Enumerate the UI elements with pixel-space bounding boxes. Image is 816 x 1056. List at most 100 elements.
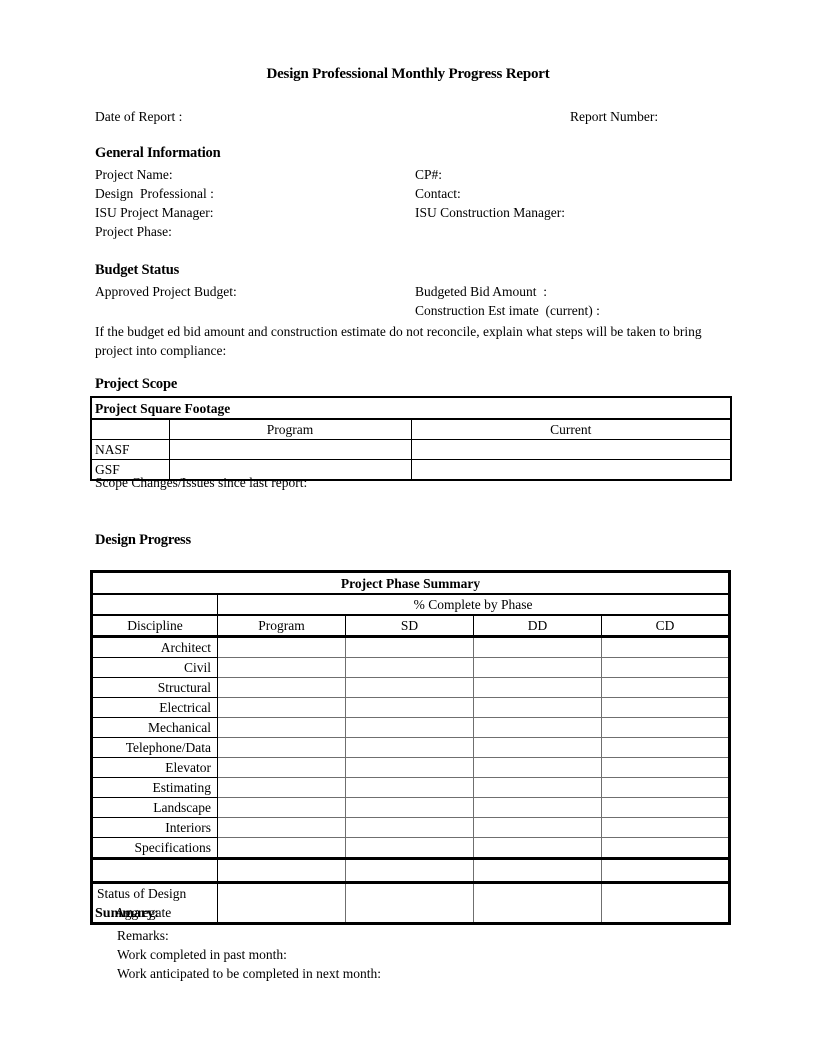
phase-cell-telephone-data-sd[interactable] <box>345 737 474 758</box>
discipline-label-specifications: Specifications <box>91 837 218 860</box>
phase-cell-elevator-sd[interactable] <box>345 757 474 778</box>
budget-reconcile-note: If the budget ed bid amount and construc… <box>95 324 702 358</box>
table-row-group-header: % Complete by Phase <box>91 593 731 616</box>
field-project-name: Project Name: <box>95 167 173 182</box>
table-row: Civil <box>91 657 731 678</box>
phase-cell-estimating-program[interactable] <box>217 777 346 798</box>
discipline-label-elevator: Elevator <box>91 757 218 778</box>
phase-cell-architect-program[interactable] <box>217 636 346 658</box>
phase-cell-structural-program[interactable] <box>217 677 346 698</box>
table-row: Interiors <box>91 817 731 838</box>
scope-cell-nasf-current[interactable] <box>410 439 732 460</box>
table-row-status-of-design: Status of Design Aggregate <box>91 882 731 924</box>
document-page: Design Professional Monthly Progress Rep… <box>0 0 816 1056</box>
phase-cell-architect-sd[interactable] <box>345 636 474 658</box>
section-heading-project-scope: Project Scope <box>95 376 178 392</box>
phase-spacer-label <box>91 858 218 884</box>
phase-col-discipline: Discipline <box>91 614 218 638</box>
report-number-label: Report Number: <box>570 109 659 124</box>
table-row: Electrical <box>91 697 731 718</box>
phase-cell-structural-cd[interactable] <box>600 677 731 698</box>
phase-cell-architect-dd[interactable] <box>473 636 602 658</box>
phase-cell-estimating-dd[interactable] <box>473 777 602 798</box>
phase-cell-civil-sd[interactable] <box>345 657 474 678</box>
phase-cell-structural-sd[interactable] <box>345 677 474 698</box>
scope-col-blank <box>90 418 170 440</box>
phase-cell-estimating-sd[interactable] <box>345 777 474 798</box>
phase-spacer-dd[interactable] <box>473 858 602 884</box>
field-cp-number: CP#: <box>415 167 443 182</box>
scope-cell-nasf-program[interactable] <box>168 439 412 460</box>
phase-cell-electrical-dd[interactable] <box>473 697 602 718</box>
table-row-caption: Project Square Footage <box>90 396 732 420</box>
summary-heading: Summary: <box>95 906 159 921</box>
phase-cell-specifications-cd[interactable] <box>600 837 731 860</box>
phase-cell-mechanical-cd[interactable] <box>600 717 731 738</box>
summary-line-work-anticipated: Work anticipated to be completed in next… <box>117 966 381 981</box>
field-approved-project-budget: Approved Project Budget: <box>95 284 237 299</box>
phase-cell-structural-dd[interactable] <box>473 677 602 698</box>
phase-group-header: % Complete by Phase <box>216 593 731 616</box>
phase-cell-status-cd[interactable] <box>600 882 731 924</box>
phase-cell-telephone-data-program[interactable] <box>217 737 346 758</box>
phase-cell-status-sd[interactable] <box>345 882 474 924</box>
phase-col-dd: DD <box>473 614 602 638</box>
phase-cell-civil-dd[interactable] <box>473 657 602 678</box>
phase-cell-elevator-dd[interactable] <box>473 757 602 778</box>
phase-cell-elevator-program[interactable] <box>217 757 346 778</box>
phase-cell-interiors-program[interactable] <box>217 817 346 838</box>
phase-cell-electrical-sd[interactable] <box>345 697 474 718</box>
phase-cell-mechanical-sd[interactable] <box>345 717 474 738</box>
discipline-label-telephone-data: Telephone/Data <box>91 737 218 758</box>
phase-spacer-cd[interactable] <box>600 858 731 884</box>
phase-cell-interiors-sd[interactable] <box>345 817 474 838</box>
phase-col-program: Program <box>217 614 346 638</box>
table-row-header: Program Current <box>90 418 732 440</box>
phase-spacer-program[interactable] <box>217 858 346 884</box>
phase-group-blank <box>91 593 218 616</box>
date-of-report-label: Date of Report : <box>95 109 183 124</box>
table-row: NASF <box>90 439 732 460</box>
phase-col-cd: CD <box>600 614 731 638</box>
scope-table-caption: Project Square Footage <box>90 396 732 420</box>
phase-cell-landscape-sd[interactable] <box>345 797 474 818</box>
phase-cell-specifications-program[interactable] <box>217 837 346 860</box>
phase-cell-interiors-dd[interactable] <box>473 817 602 838</box>
phase-cell-estimating-cd[interactable] <box>600 777 731 798</box>
table-row: Specifications <box>91 837 731 860</box>
field-isu-project-manager: ISU Project Manager: <box>95 205 214 220</box>
phase-cell-electrical-program[interactable] <box>217 697 346 718</box>
phase-cell-mechanical-dd[interactable] <box>473 717 602 738</box>
page-title: Design Professional Monthly Progress Rep… <box>266 66 550 82</box>
scope-col-program: Program <box>168 418 412 440</box>
phase-cell-mechanical-program[interactable] <box>217 717 346 738</box>
phase-cell-landscape-cd[interactable] <box>600 797 731 818</box>
phase-cell-telephone-data-cd[interactable] <box>600 737 731 758</box>
phase-cell-landscape-program[interactable] <box>217 797 346 818</box>
phase-cell-interiors-cd[interactable] <box>600 817 731 838</box>
phase-cell-electrical-cd[interactable] <box>600 697 731 718</box>
table-row: Estimating <box>91 777 731 798</box>
section-heading-budget-status: Budget Status <box>95 262 180 278</box>
discipline-label-landscape: Landscape <box>91 797 218 818</box>
field-isu-construction-manager: ISU Construction Manager: <box>415 205 565 220</box>
scope-row-label-nasf: NASF <box>90 439 170 460</box>
phase-spacer-sd[interactable] <box>345 858 474 884</box>
discipline-label-civil: Civil <box>91 657 218 678</box>
phase-cell-status-program[interactable] <box>217 882 346 924</box>
field-design-professional: Design Professional : <box>95 186 214 201</box>
phase-cell-architect-cd[interactable] <box>600 636 731 658</box>
phase-cell-specifications-sd[interactable] <box>345 837 474 860</box>
phase-cell-specifications-dd[interactable] <box>473 837 602 860</box>
phase-table-caption: Project Phase Summary <box>90 571 731 595</box>
scope-cell-gsf-current[interactable] <box>410 459 732 481</box>
phase-cell-civil-cd[interactable] <box>600 657 731 678</box>
phase-cell-telephone-data-dd[interactable] <box>473 737 602 758</box>
phase-cell-status-dd[interactable] <box>473 882 602 924</box>
phase-cell-landscape-dd[interactable] <box>473 797 602 818</box>
summary-line-remarks: Remarks: <box>117 928 169 943</box>
discipline-label-structural: Structural <box>91 677 218 698</box>
phase-cell-civil-program[interactable] <box>217 657 346 678</box>
phase-cell-elevator-cd[interactable] <box>600 757 731 778</box>
scope-col-current: Current <box>410 418 732 440</box>
